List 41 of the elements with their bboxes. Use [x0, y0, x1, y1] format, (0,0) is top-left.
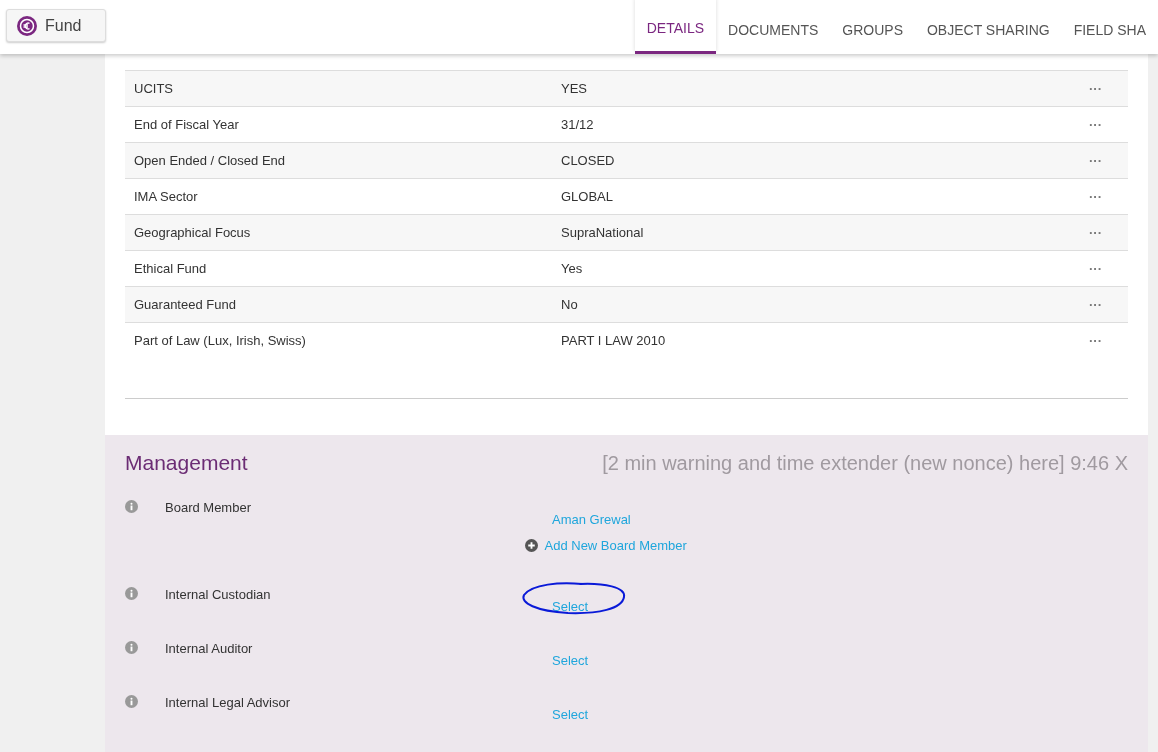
field-label: Part of Law (Lux, Irish, Swiss)	[134, 331, 307, 350]
field-label: Internal Auditor	[165, 640, 253, 658]
field-value: CLOSED	[561, 151, 616, 170]
field-label: Internal Custodian	[165, 586, 271, 604]
euro-icon	[17, 15, 37, 36]
info-icon[interactable]	[125, 641, 138, 654]
more-menu[interactable]: ···	[1089, 186, 1119, 207]
field-value: Yes	[561, 259, 584, 278]
more-menu[interactable]: ···	[1089, 222, 1119, 243]
tab[interactable]: GROUPS	[830, 0, 915, 54]
field-label: Open Ended / Closed End	[134, 151, 287, 170]
field-value: YES	[561, 79, 588, 98]
plus-circle-icon[interactable]	[525, 539, 538, 553]
field-label: Geographical Focus	[134, 223, 252, 242]
field-value: GLOBAL	[561, 187, 615, 206]
tab[interactable]: DOCUMENTS	[716, 0, 831, 54]
field-value: No	[561, 295, 579, 314]
field-value: SupraNational	[561, 223, 645, 242]
field-value: 31/12	[561, 115, 595, 134]
field-label: IMA Sector	[134, 187, 199, 206]
section-title: Management	[125, 450, 248, 476]
info-icon[interactable]	[125, 695, 138, 708]
field-label: UCITS	[134, 79, 174, 98]
field-label: Internal Legal Advisor	[165, 694, 291, 712]
timeout-notice: [2 min warning and time extender (new nonce) here] 9:46 X	[602, 451, 1128, 476]
fund-button[interactable]: Fund	[6, 9, 106, 42]
field-label: Ethical Fund	[134, 259, 208, 278]
field-label: Board Member	[165, 499, 251, 517]
more-menu[interactable]: ···	[1089, 78, 1119, 99]
more-menu[interactable]: ···	[1089, 330, 1119, 351]
more-menu[interactable]: ···	[1089, 114, 1119, 135]
info-icon[interactable]	[125, 587, 138, 600]
info-icon[interactable]	[125, 500, 138, 513]
more-menu[interactable]: ···	[1089, 294, 1119, 315]
field-label: Guaranteed Fund	[134, 295, 237, 314]
tab[interactable]: OBJECT SHARING	[915, 0, 1062, 54]
more-menu[interactable]: ···	[1089, 258, 1119, 279]
field-value: PART I LAW 2010	[561, 331, 667, 350]
more-menu[interactable]: ···	[1089, 150, 1119, 171]
field-label: End of Fiscal Year	[134, 115, 240, 134]
tab[interactable]: FIELD SHA	[1061, 0, 1158, 54]
